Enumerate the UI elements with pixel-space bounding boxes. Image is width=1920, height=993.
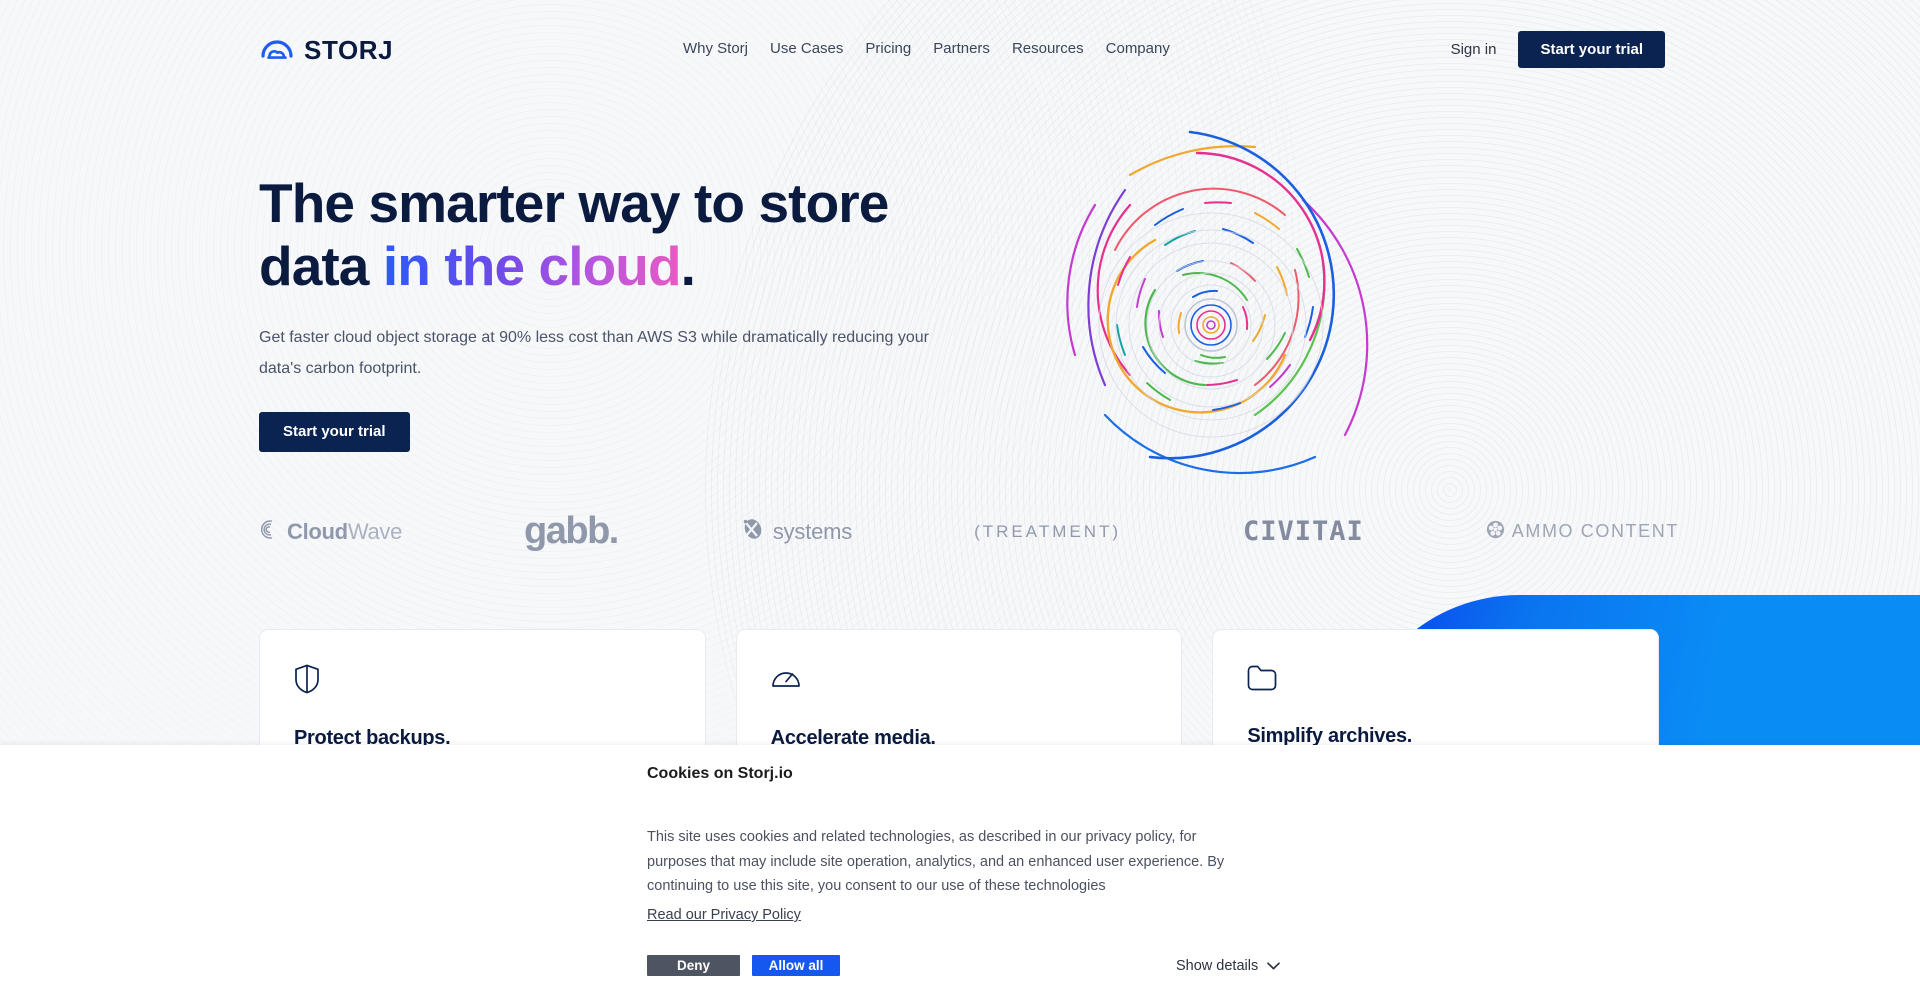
client-logo-civitai: CIVITAI — [1243, 516, 1364, 547]
nav-item-pricing[interactable]: Pricing — [854, 40, 922, 57]
nav-item-partners[interactable]: Partners — [922, 40, 1001, 57]
speedometer-icon — [771, 664, 1148, 699]
client-logo-ixsystems: systems — [740, 518, 852, 545]
storj-wordmark: STORJ — [304, 34, 394, 65]
start-trial-button-hero[interactable]: Start your trial — [259, 412, 410, 452]
folder-icon — [1247, 664, 1624, 697]
hero-title-period: . — [680, 235, 696, 297]
nav-item-resources[interactable]: Resources — [1001, 40, 1095, 57]
hero-subtitle: Get faster cloud object storage at 90% l… — [259, 329, 929, 377]
nav-item-why-storj[interactable]: Why Storj — [672, 40, 759, 57]
ammo-content-wordmark: AMMO CONTENT — [1511, 521, 1679, 541]
cloudwave-bold-part: Cloud — [287, 518, 348, 544]
cloudwave-light-part: Wave — [347, 518, 403, 544]
radial-arcs-graphic — [955, 85, 1485, 495]
ix-mark-icon — [740, 518, 766, 545]
client-logo-strip: CloudWave gabb. systems (TREATMENT) CIVI… — [259, 510, 1679, 553]
header-actions: Sign in Start your trial — [1451, 31, 1665, 68]
show-details-label: Show details — [1176, 958, 1259, 974]
nav-item-company[interactable]: Company — [1095, 40, 1181, 57]
hero-title-gradient: in the cloud — [382, 235, 682, 297]
client-logo-ammo-content: AMMO CONTENT — [1486, 520, 1679, 544]
cookie-consent-banner: Cookies on Storj.io This site uses cooki… — [0, 745, 1920, 993]
cloudwave-arc-icon — [259, 519, 280, 545]
site-header: STORJ Why Storj Use Cases Pricing Partne… — [0, 0, 1920, 88]
ixsystems-wordmark: systems — [772, 518, 853, 544]
storj-logo[interactable]: STORJ — [259, 32, 393, 68]
allow-all-cookies-button[interactable]: Allow all — [752, 955, 840, 976]
cloudwave-wordmark: CloudWave — [287, 519, 402, 545]
nav-item-use-cases[interactable]: Use Cases — [759, 40, 854, 57]
deny-cookies-button[interactable]: Deny — [647, 955, 740, 976]
privacy-policy-link[interactable]: Read our Privacy Policy — [647, 907, 801, 923]
client-logo-treatment: (TREATMENT) — [974, 521, 1122, 541]
cookie-banner-actions: Deny Allow all — [647, 955, 840, 976]
hero-section: The smarter way to store data in the clo… — [259, 172, 979, 452]
storj-cloud-icon — [259, 32, 295, 68]
client-logo-cloudwave: CloudWave — [259, 519, 402, 545]
client-logo-gabb: gabb. — [524, 510, 619, 552]
show-details-toggle[interactable]: Show details — [1176, 958, 1281, 974]
shield-icon — [294, 664, 671, 699]
start-trial-button-header[interactable]: Start your trial — [1518, 31, 1665, 68]
hero-title: The smarter way to store data in the clo… — [259, 172, 979, 298]
cookie-banner-title: Cookies on Storj.io — [647, 765, 793, 782]
ammo-flower-icon — [1486, 520, 1505, 544]
cookie-banner-body: This site uses cookies and related techn… — [647, 829, 1225, 894]
main-navigation: Why Storj Use Cases Pricing Partners Res… — [672, 40, 1181, 57]
chevron-down-icon — [1267, 962, 1281, 970]
sign-in-link[interactable]: Sign in — [1451, 41, 1497, 58]
